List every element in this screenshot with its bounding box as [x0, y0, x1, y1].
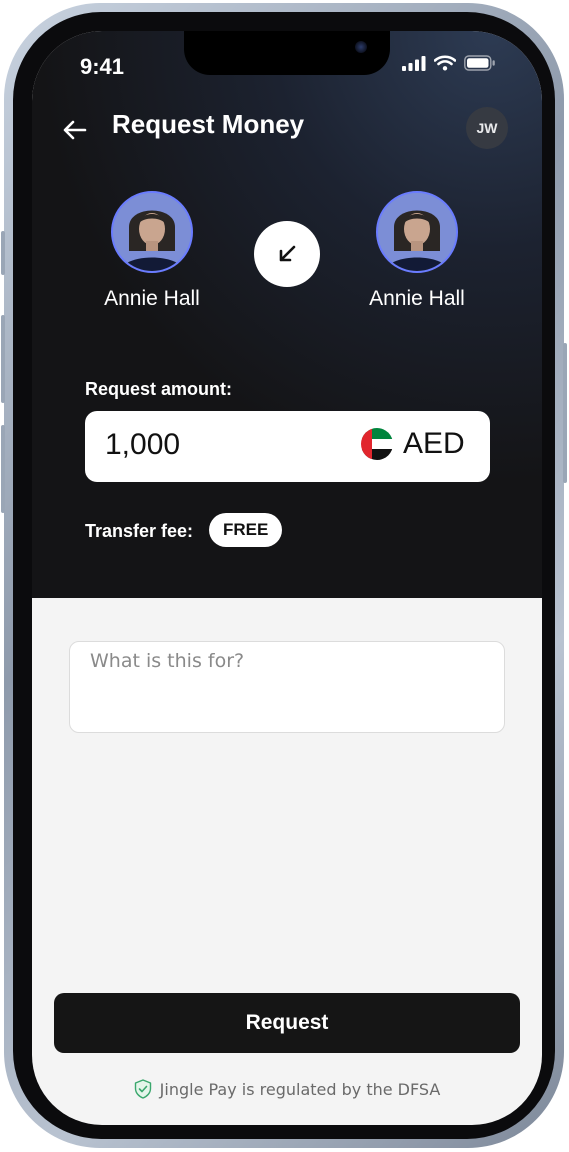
person-portrait-icon: [378, 193, 456, 271]
status-icons: [402, 55, 496, 71]
person-portrait-icon: [113, 193, 191, 271]
request-button[interactable]: Request: [54, 993, 520, 1053]
battery-icon: [464, 55, 495, 71]
swap-direction-button[interactable]: [254, 221, 320, 287]
volume-up-button: [1, 315, 5, 403]
uae-flag-icon: [361, 428, 393, 460]
amount-value[interactable]: 1,000: [105, 428, 180, 462]
currency-code: AED: [403, 427, 465, 460]
page-title: Request Money: [112, 109, 305, 139]
volume-down-button: [1, 425, 5, 513]
profile-avatar-button[interactable]: JW: [466, 107, 508, 149]
regulation-notice: Jingle Pay is regulated by the DFSA: [32, 1079, 542, 1099]
note-field[interactable]: [69, 641, 505, 733]
recipient-name: Annie Hall: [369, 287, 465, 310]
app-screen: 9:41 Request Money JW Annie Hall Annie H…: [32, 31, 542, 1125]
amount-input-box[interactable]: 1,000 AED: [85, 411, 490, 482]
recipient-contact[interactable]: Annie Hall: [337, 191, 497, 311]
status-time: 9:41: [80, 54, 125, 79]
sender-name: Annie Hall: [104, 287, 200, 310]
app-header: Request Money JW: [32, 107, 542, 151]
signal-icon: [402, 56, 426, 71]
back-button[interactable]: [58, 113, 92, 147]
recipient-avatar: [376, 191, 458, 273]
transfer-fee-label: Transfer fee:: [85, 521, 194, 541]
regulation-text: Jingle Pay is regulated by the DFSA: [159, 1079, 441, 1099]
camera-icon: [355, 41, 367, 53]
note-input[interactable]: [70, 642, 504, 732]
mute-switch: [1, 231, 5, 275]
header-panel: 9:41 Request Money JW Annie Hall Annie H…: [32, 31, 542, 598]
arrow-left-icon: [63, 120, 87, 140]
sender-avatar: [111, 191, 193, 273]
transfer-fee-badge: FREE: [209, 513, 283, 547]
shield-check-icon: [134, 1079, 151, 1099]
wifi-icon: [434, 55, 456, 71]
arrow-down-left-icon: [279, 245, 296, 262]
currency-selector[interactable]: AED: [361, 427, 465, 461]
sender-contact[interactable]: Annie Hall: [72, 191, 232, 311]
power-button: [563, 343, 567, 483]
dynamic-island: [184, 31, 390, 75]
amount-label: Request amount:: [85, 379, 233, 399]
